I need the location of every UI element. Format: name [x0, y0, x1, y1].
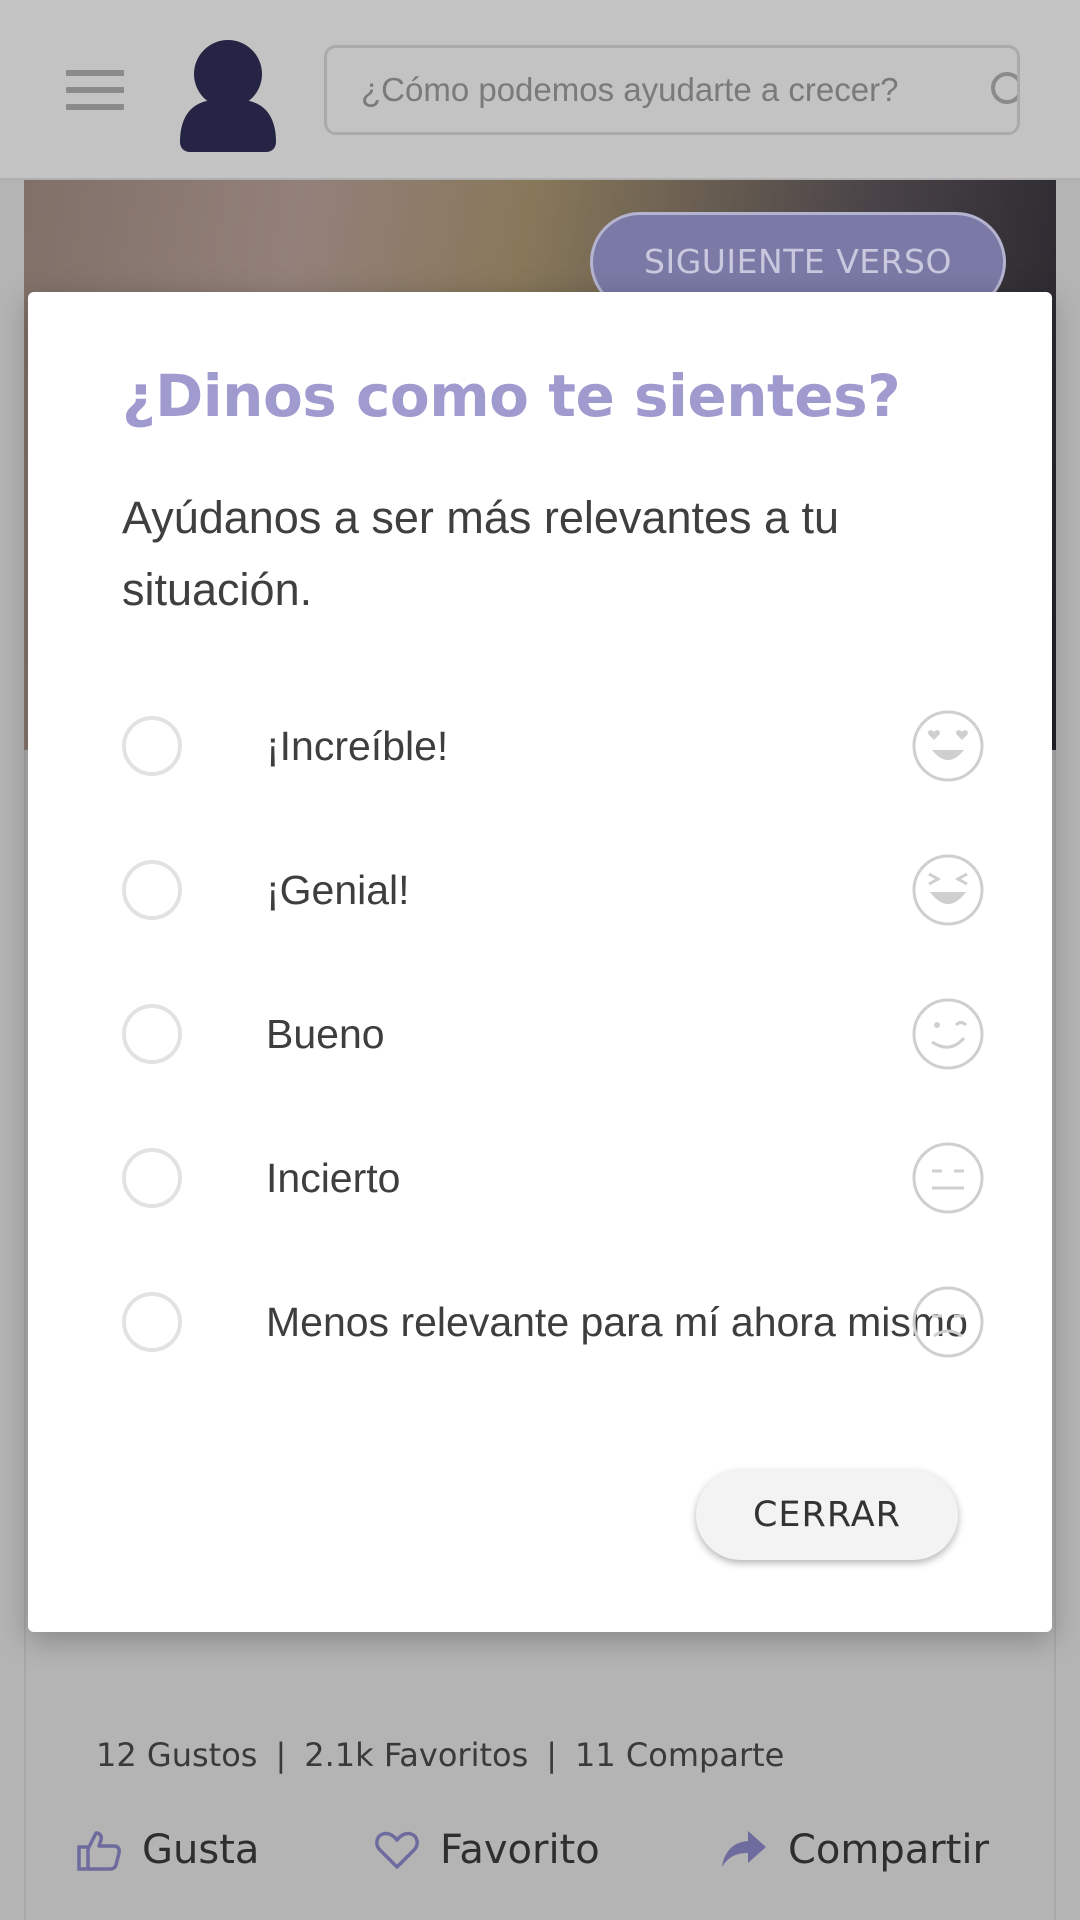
search-field[interactable] — [324, 45, 1020, 135]
search-input[interactable] — [361, 48, 961, 132]
close-button[interactable]: CERRAR — [696, 1470, 958, 1560]
radio-button[interactable] — [122, 716, 182, 776]
neutral-face-icon — [912, 1142, 984, 1214]
dialog-subtitle: Ayúdanos a ser más relevantes a tu situa… — [122, 492, 840, 615]
actions-bar: Gusta Favorito Compartir — [0, 1810, 1080, 1890]
radio-button[interactable] — [122, 1148, 182, 1208]
option-label: Bueno — [266, 1011, 385, 1057]
option-bueno[interactable]: Bueno — [122, 994, 984, 1074]
stats-separator: | — [546, 1736, 558, 1774]
likes-count: 12 Gustos — [96, 1736, 258, 1774]
share-button[interactable]: Compartir — [720, 1810, 989, 1890]
share-label: Compartir — [788, 1827, 989, 1873]
option-increible[interactable]: ¡Increíble! — [122, 706, 984, 786]
grinning-squinting-face-icon — [912, 854, 984, 926]
search-icon[interactable] — [987, 68, 1020, 118]
favorites-count: 2.1k Favoritos — [304, 1736, 529, 1774]
favorite-button[interactable]: Favorito — [374, 1810, 600, 1890]
thumbs-up-icon — [77, 1831, 121, 1871]
option-menos-relevante[interactable]: Menos relevante para mí ahora mismo — [122, 1282, 984, 1362]
like-label: Gusta — [142, 1827, 260, 1873]
shares-count: 11 Comparte — [575, 1736, 785, 1774]
avatar-icon[interactable] — [176, 38, 280, 152]
radio-button[interactable] — [122, 1292, 182, 1352]
radio-button[interactable] — [122, 1004, 182, 1064]
option-label: Menos relevante para mí ahora mismo — [266, 1299, 968, 1345]
stats-separator: | — [275, 1736, 287, 1774]
favorite-label: Favorito — [440, 1827, 600, 1873]
option-label: ¡Genial! — [266, 867, 410, 913]
option-label: Incierto — [266, 1155, 401, 1201]
share-arrow-icon — [722, 1831, 766, 1867]
radio-button[interactable] — [122, 860, 182, 920]
feelings-dialog: ¿Dinos como te sientes? Ayúdanos a ser m… — [28, 292, 1052, 1632]
winking-face-icon — [912, 998, 984, 1070]
stats-row: 12 Gustos | 2.1k Favoritos | 11 Comparte — [96, 1736, 784, 1774]
option-label: ¡Increíble! — [266, 723, 449, 769]
like-button[interactable]: Gusta — [76, 1810, 259, 1890]
heart-icon — [375, 1831, 419, 1869]
sad-face-icon — [912, 1286, 984, 1358]
option-incierto[interactable]: Incierto — [122, 1138, 984, 1218]
option-genial[interactable]: ¡Genial! — [122, 850, 984, 930]
top-bar — [0, 0, 1080, 180]
dialog-title: ¿Dinos como te sientes? — [122, 362, 901, 430]
hamburger-menu-icon[interactable] — [66, 70, 124, 110]
heart-eyes-face-icon — [912, 710, 984, 782]
